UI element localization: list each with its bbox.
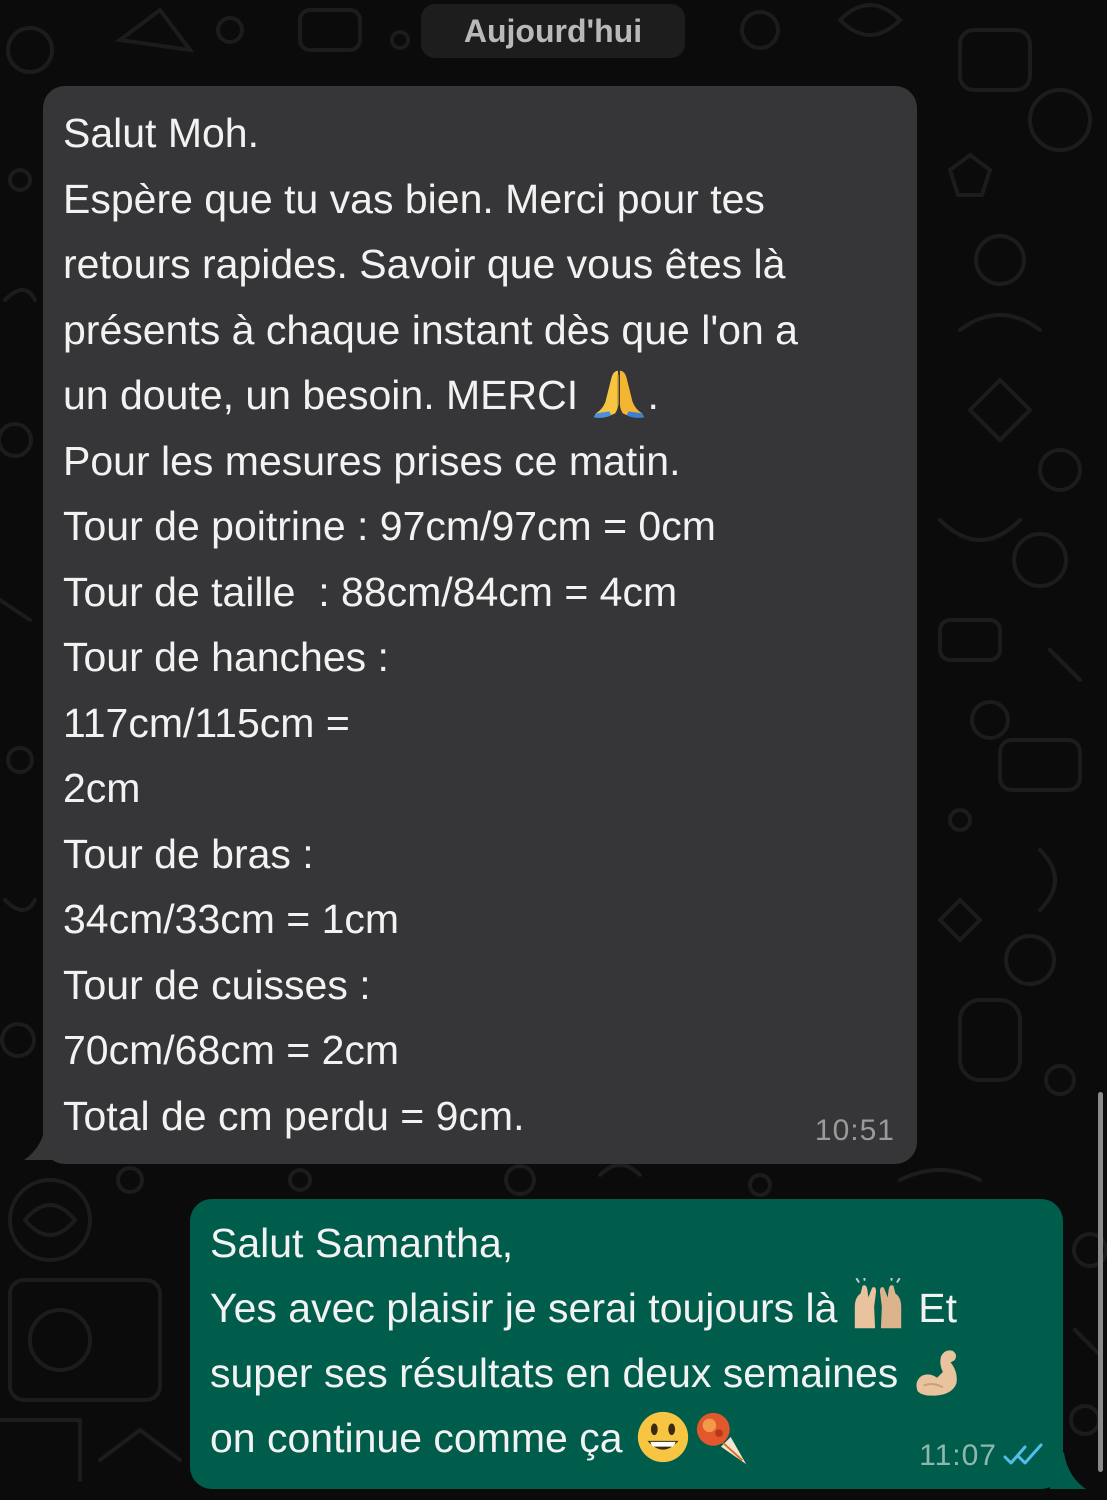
- scrollbar-thumb[interactable]: [1098, 1092, 1103, 1472]
- message-line: Espère que tu vas bien. Merci pour tes: [63, 175, 765, 222]
- message-line: retours rapides. Savoir que vous êtes là: [63, 241, 786, 287]
- message-line: Tour de cuisses :: [63, 961, 371, 1008]
- message-timestamp: 11:07: [919, 1439, 997, 1472]
- message-line-text: un doute, un besoin. MERCI: [63, 372, 579, 418]
- message-line: présents à chaque instant dès que l'on a: [63, 306, 798, 353]
- message-line-text: super ses résultats en deux semaines: [210, 1350, 899, 1396]
- smiling-face-icon: [637, 1412, 689, 1463]
- message-line: Tour de bras :: [63, 830, 314, 877]
- outgoing-message-bubble[interactable]: Salut Samantha, Yes avec plaisir je sera…: [190, 1199, 1063, 1489]
- fireball-icon: [696, 1413, 747, 1465]
- incoming-message-bubble[interactable]: Salut Moh. Espère que tu vas bien. Merci…: [43, 86, 917, 1164]
- message-timestamp: 10:51: [814, 1114, 895, 1147]
- message-line-suffix: Et: [906, 1285, 958, 1331]
- message-line-text: on continue comme ça: [210, 1415, 623, 1461]
- date-separator: Aujourd'hui: [421, 4, 685, 58]
- raising-hands-icon: [854, 1278, 902, 1329]
- message-line: Tour de taille : 88cm/84cm = 4cm: [63, 568, 678, 615]
- message-line: Tour de hanches :: [63, 634, 389, 680]
- message-line: Salut Samantha,: [210, 1220, 514, 1266]
- message-line: Pour les mesures prises ce matin.: [63, 437, 681, 484]
- message-line-with-emoji: Yes avec plaisir je serai toujours là Et: [210, 1276, 1043, 1341]
- message-line-suffix: .: [647, 372, 659, 418]
- folded-hands-icon: [593, 370, 644, 419]
- message-line: 34cm/33cm = 1cm: [63, 896, 400, 942]
- message-line: 2cm: [63, 765, 141, 811]
- message-line-with-emoji: un doute, un besoin. MERCI .: [63, 363, 897, 429]
- message-line: Total de cm perdu = 9cm.: [63, 1092, 525, 1139]
- message-line-with-emoji: super ses résultats en deux semaines: [210, 1341, 1043, 1406]
- message-line-text: Yes avec plaisir je serai toujours là: [210, 1285, 838, 1331]
- message-line: 70cm/68cm = 2cm: [63, 1027, 400, 1073]
- read-receipt-icon: [1003, 1443, 1043, 1465]
- flexed-biceps-icon: [916, 1350, 957, 1396]
- message-line: Tour de poitrine : 97cm/97cm = 0cm: [63, 503, 716, 549]
- message-line: Salut Moh.: [63, 110, 259, 156]
- message-line-with-emoji: on continue comme ça: [210, 1406, 1043, 1471]
- message-line: 117cm/115cm =: [63, 699, 350, 746]
